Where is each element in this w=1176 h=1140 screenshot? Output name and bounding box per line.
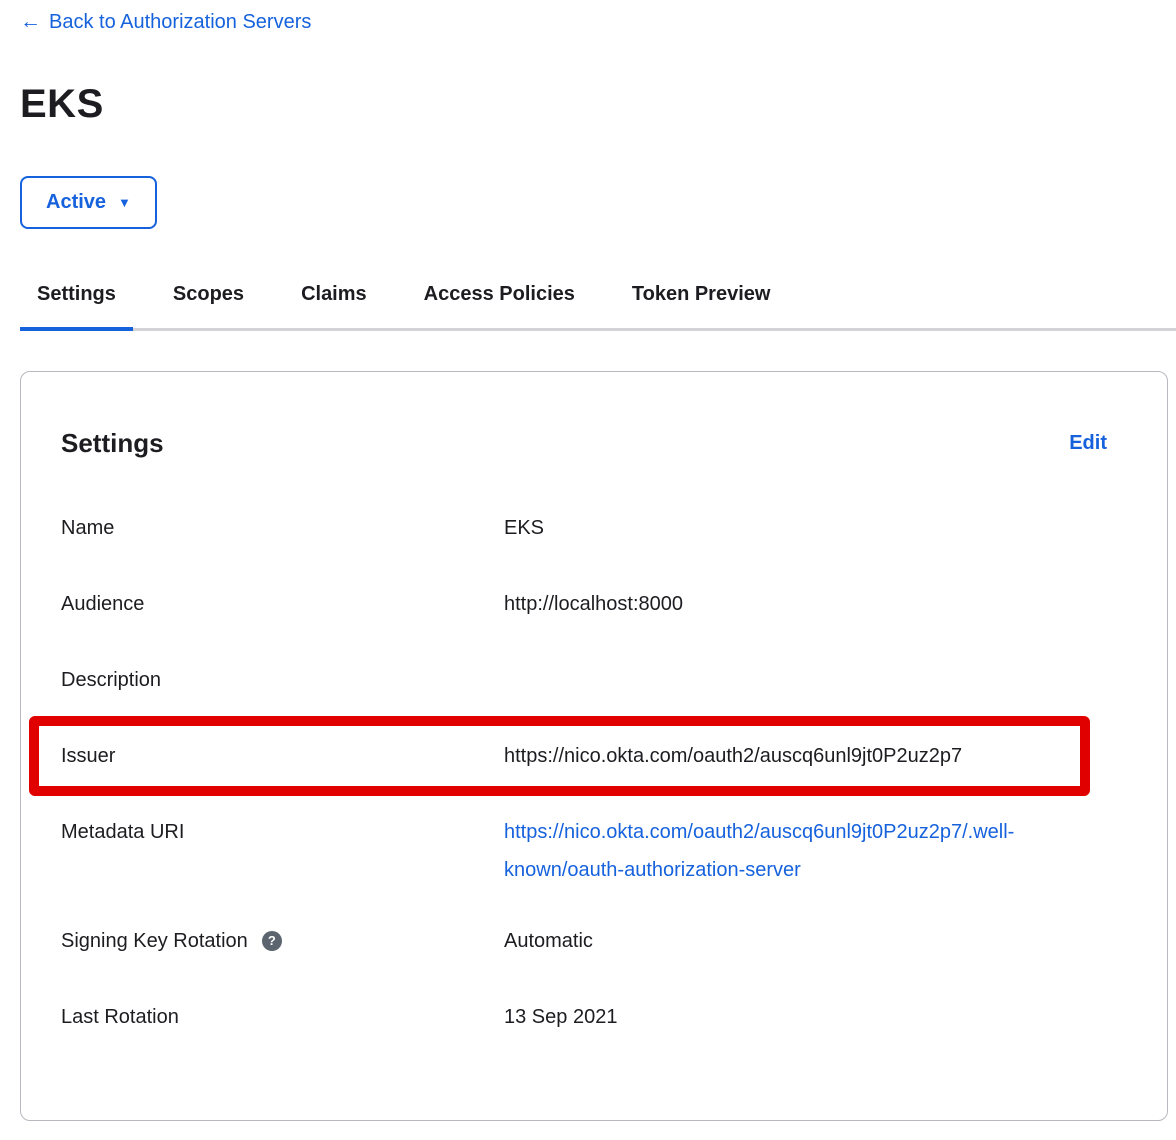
help-icon[interactable]: ? — [262, 931, 282, 951]
tab-bar: Settings Scopes Claims Access Policies T… — [20, 283, 1176, 331]
metadata-uri-link[interactable]: https://nico.okta.com/oauth2/auscq6unl9j… — [504, 821, 1014, 881]
tab-settings[interactable]: Settings — [20, 283, 133, 328]
field-label: Issuer — [61, 744, 504, 768]
field-row-description: Description — [61, 668, 1127, 692]
page-title: EKS — [20, 82, 1176, 126]
field-row-name: Name EKS — [61, 516, 1127, 540]
settings-card-header: Settings Edit — [61, 428, 1127, 458]
tab-token-preview[interactable]: Token Preview — [615, 283, 788, 328]
field-label: Metadata URI — [61, 820, 504, 844]
settings-card: Settings Edit Name EKS Audience http://l… — [20, 371, 1168, 1121]
tab-claims[interactable]: Claims — [284, 283, 384, 328]
field-row-signing-key-rotation: Signing Key Rotation ? Automatic — [61, 929, 1127, 953]
issuer-value: https://nico.okta.com/oauth2/auscq6unl9j… — [504, 744, 1080, 768]
field-value: Automatic — [504, 929, 1127, 953]
status-dropdown-button[interactable]: Active ▼ — [20, 176, 157, 229]
field-value: EKS — [504, 516, 1127, 540]
field-value: 13 Sep 2021 — [504, 1005, 1127, 1029]
status-label: Active — [46, 191, 106, 214]
field-label: Name — [61, 516, 504, 540]
tab-scopes[interactable]: Scopes — [156, 283, 261, 328]
field-label: Signing Key Rotation ? — [61, 929, 504, 953]
field-label: Description — [61, 668, 504, 692]
issuer-highlight-annotation: Issuer https://nico.okta.com/oauth2/ausc… — [29, 716, 1090, 796]
authorization-server-detail-page: ← Back to Authorization Servers EKS Acti… — [0, 0, 1176, 1121]
settings-card-title: Settings — [61, 428, 164, 458]
back-link-label: Back to Authorization Servers — [49, 11, 311, 34]
field-label: Audience — [61, 592, 504, 616]
field-label-text: Signing Key Rotation — [61, 929, 248, 953]
chevron-down-icon: ▼ — [118, 193, 131, 213]
back-to-authorization-servers-link[interactable]: ← Back to Authorization Servers — [20, 10, 311, 34]
field-label: Last Rotation — [61, 1005, 504, 1029]
field-row-issuer: Issuer https://nico.okta.com/oauth2/ausc… — [61, 744, 1080, 768]
tab-access-policies[interactable]: Access Policies — [407, 283, 592, 328]
field-row-metadata-uri: Metadata URI https://nico.okta.com/oauth… — [61, 820, 1127, 889]
field-value: https://nico.okta.com/oauth2/auscq6unl9j… — [504, 813, 1126, 889]
edit-button[interactable]: Edit — [1069, 428, 1107, 458]
back-arrow-icon: ← — [20, 10, 41, 34]
field-row-audience: Audience http://localhost:8000 — [61, 592, 1127, 616]
field-value: http://localhost:8000 — [504, 592, 1127, 616]
field-row-last-rotation: Last Rotation 13 Sep 2021 — [61, 1005, 1127, 1029]
